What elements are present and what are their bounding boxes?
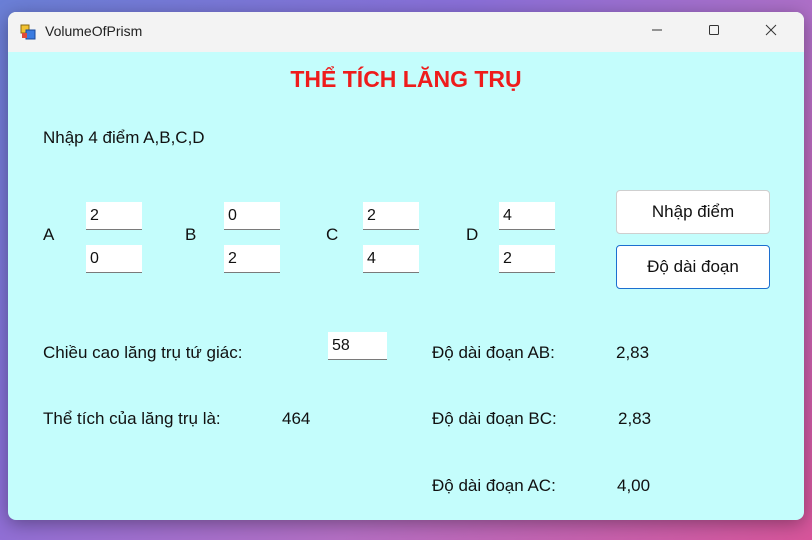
segment-ab-value: 2,83: [616, 343, 650, 362]
segment-bc-label: Độ dài đoạn BC:: [432, 409, 557, 428]
app-icon: [20, 24, 36, 40]
maximize-button[interactable]: [691, 12, 737, 52]
point-d-y-input[interactable]: 2: [499, 245, 555, 273]
form-client-area: THỂ TÍCH LĂNG TRỤ Nhập 4 điểm A,B,C,D A …: [8, 52, 804, 520]
window-title: VolumeOfPrism: [45, 23, 143, 39]
point-a-x-input[interactable]: 2: [86, 202, 142, 230]
point-b-y-input[interactable]: 2: [224, 245, 280, 273]
point-d-x-input[interactable]: 4: [499, 202, 555, 230]
enter-points-button[interactable]: Nhập điểm: [616, 190, 770, 234]
volume-value: 464: [282, 409, 311, 428]
app-window: VolumeOfPrism THỂ TÍCH LĂNG TRỤ Nhập 4 đ…: [8, 12, 804, 520]
height-label: Chiều cao lăng trụ tứ giác:: [43, 343, 243, 362]
point-c-x-input[interactable]: 2: [363, 202, 419, 230]
close-icon: [765, 23, 777, 41]
maximize-icon: [708, 23, 720, 41]
point-b-x-input[interactable]: 0: [224, 202, 280, 230]
point-b-label: B: [185, 225, 197, 244]
title-bar[interactable]: VolumeOfPrism: [8, 12, 804, 52]
point-d-label: D: [466, 225, 479, 244]
page-title: THỂ TÍCH LĂNG TRỤ: [290, 66, 522, 92]
close-button[interactable]: [748, 12, 794, 52]
point-c-y-input[interactable]: 4: [363, 245, 419, 273]
minimize-icon: [651, 23, 663, 41]
point-c-label: C: [326, 225, 339, 244]
volume-label: Thể tích của lăng trụ là:: [43, 409, 221, 428]
minimize-button[interactable]: [634, 12, 680, 52]
point-a-y-input[interactable]: 0: [86, 245, 142, 273]
points-prompt: Nhập 4 điểm A,B,C,D: [43, 128, 205, 147]
height-input[interactable]: 58: [328, 332, 387, 360]
segment-ab-label: Độ dài đoạn AB:: [432, 343, 555, 362]
point-a-label: A: [43, 225, 55, 244]
segment-ac-value: 4,00: [617, 476, 651, 495]
segment-ac-label: Độ dài đoạn AC:: [432, 476, 556, 495]
segment-length-button[interactable]: Độ dài đoạn: [616, 245, 770, 289]
segment-bc-value: 2,83: [618, 409, 652, 428]
